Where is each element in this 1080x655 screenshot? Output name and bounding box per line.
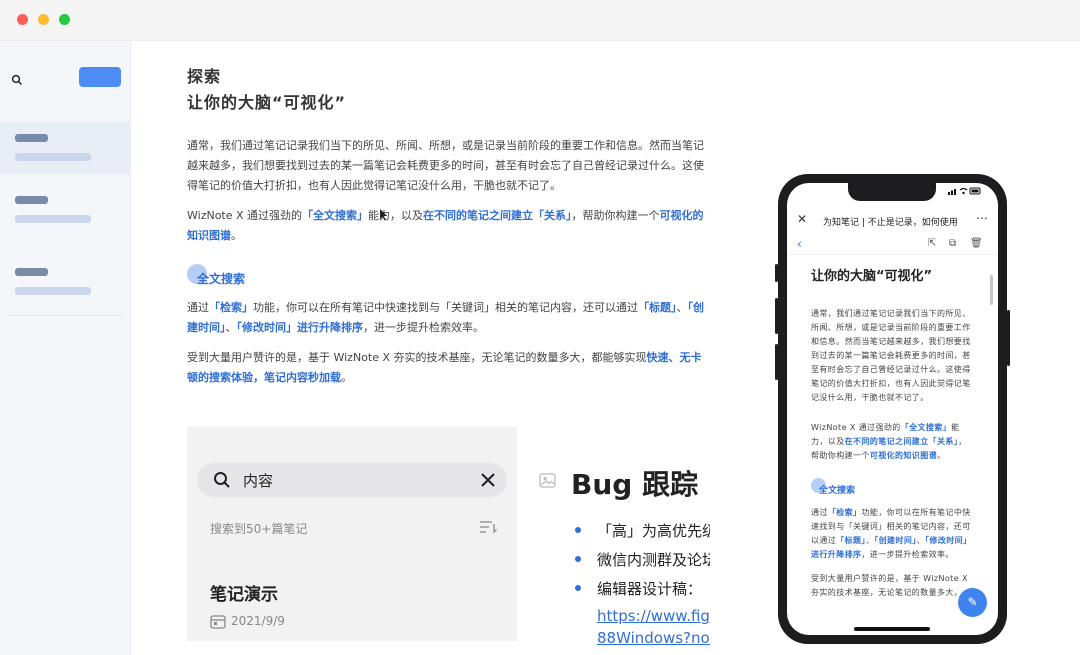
note-date: 2021/9/9 (231, 614, 285, 628)
note-title-placeholder (15, 134, 48, 142)
copy-icon[interactable]: ⧉ (949, 238, 956, 249)
share-icon[interactable]: ⇱ (928, 238, 936, 249)
phone-scrollbar[interactable] (990, 275, 993, 305)
bug-list: 「高」为高优先级 微信内测群及论坛 编辑器设计稿： https://www.fi… (573, 520, 710, 651)
sidebar (0, 41, 131, 655)
image-icon (539, 473, 556, 488)
note-summary-placeholder (15, 215, 91, 223)
calendar-icon (210, 615, 226, 629)
new-note-button[interactable] (79, 67, 121, 87)
note-title: 笔记演示 (210, 585, 278, 605)
phone-doc-paragraph: 通常，我们通过笔记记录我们当下的所见、所闻、所想，或是记录当前阶段的重要工作和信… (811, 309, 971, 402)
note-title-placeholder (15, 268, 48, 276)
phone-side-button (775, 264, 778, 282)
doc-paragraph: WizNote X 通过强劲的「全文搜索」能力，以及在不同的笔记之间建立「关系」… (187, 209, 704, 242)
doc-link[interactable]: 在不同的笔记之间建立「关系」 (845, 437, 959, 446)
phone-mockup: ✕ 为知笔记 | 不止是记录，如何使用 ⋯ ‹ ⇱ ⧉ 🗑 探索 让你的大脑“可… (775, 174, 1010, 644)
mouse-pointer-icon (380, 206, 388, 221)
list-item: 「高」为高优先级 (573, 520, 710, 549)
search-icon (214, 472, 230, 488)
edit-fab-button[interactable]: ✎ (958, 588, 987, 617)
doc-link[interactable]: 「全文搜索」 (901, 423, 951, 432)
more-icon[interactable]: ⋯ (976, 211, 988, 225)
phone-side-button (775, 344, 778, 380)
search-bar: 内容 (197, 463, 507, 497)
phone-notch (848, 183, 936, 201)
phone-screen: ✕ 为知笔记 | 不止是记录，如何使用 ⋯ ‹ ⇱ ⧉ 🗑 探索 让你的大脑“可… (787, 183, 998, 635)
doc-link[interactable]: 在不同的笔记之间建立「关系」 (423, 209, 572, 222)
doc-link[interactable]: 「标题」 (836, 536, 866, 545)
doc-paragraph: 通过「检索」功能，你可以在所有笔记中快速找到与「关键词」相关的笔记内容，还可以通… (187, 301, 704, 334)
maximize-window-button[interactable] (59, 14, 70, 25)
doc-link[interactable]: 「检索」 (209, 301, 253, 314)
doc-link[interactable]: 「标题」 (638, 301, 677, 314)
result-count: 搜索到50+篇笔记 (210, 522, 308, 536)
clear-icon (481, 473, 495, 487)
close-icon[interactable]: ✕ (797, 212, 807, 226)
title-bar (0, 0, 1080, 41)
embedded-search-screenshot: 内容 搜索到50+篇笔记 笔记演示 2021/9/9 (187, 427, 517, 641)
doc-heading-1: 探索 (187, 67, 222, 86)
figma-link[interactable]: https://www.figma (573, 607, 710, 629)
phone-doc-subheading: 全文搜索 (811, 478, 973, 496)
home-indicator (854, 627, 930, 631)
doc-link[interactable]: 「检索」 (828, 508, 862, 517)
sidebar-note-item[interactable] (0, 256, 131, 308)
note-summary-placeholder (15, 153, 91, 161)
search-query: 内容 (243, 472, 274, 490)
phone-doc-paragraph: 受到大量用户赞许的是，基于 WizNote X 夯实的技术基座，无论笔记的数量多… (811, 574, 968, 597)
doc-paragraph: 受到大量用户赞许的是，基于 WizNote X 夯实的技术基座，无论笔记的数量多… (187, 351, 702, 384)
figma-link-continued[interactable]: 88Windows?nod (573, 629, 710, 651)
list-item: 编辑器设计稿： (573, 578, 710, 607)
close-window-button[interactable] (17, 14, 28, 25)
phone-power-button (1007, 310, 1010, 366)
doc-heading-2: 让你的大脑“可视化” (187, 93, 347, 112)
trash-icon[interactable]: 🗑 (970, 238, 983, 249)
signal-wifi-battery-icon (948, 187, 981, 195)
sidebar-note-item[interactable] (0, 184, 131, 236)
search-icon[interactable] (11, 71, 23, 86)
phone-document[interactable]: 探索 让你的大脑“可视化” 通常，我们通过笔记记录我们当下的所见、所闻、所想，或… (811, 259, 973, 635)
phone-doc-paragraph: WizNote X 通过强劲的「全文搜索」能力，以及在不同的笔记之间建立「关系」… (811, 423, 967, 460)
doc-link[interactable]: 可视化的知识图谱 (870, 451, 937, 460)
list-item: 微信内测群及论坛 (573, 549, 710, 578)
app-window: 探索 让你的大脑“可视化” 通常，我们通过笔记记录我们当下的所见、所闻、所想，或… (0, 0, 1080, 655)
doc-link[interactable]: 「创建时间」 (874, 536, 916, 545)
phone-side-button (775, 298, 778, 334)
sort-icon (480, 521, 498, 534)
back-icon[interactable]: ‹ (797, 237, 802, 251)
note-summary-placeholder (15, 287, 91, 295)
doc-link[interactable]: 「修改时间」进行升降排序 (237, 321, 364, 334)
phone-toolbar: ‹ ⇱ ⧉ 🗑 (787, 235, 998, 255)
status-icons (948, 187, 982, 198)
sidebar-divider (8, 315, 123, 316)
minimize-window-button[interactable] (38, 14, 49, 25)
doc-link[interactable]: 「全文搜索」 (302, 209, 368, 222)
phone-doc-heading-2: 让你的大脑“可视化” (811, 269, 933, 284)
phone-doc-paragraph: 通过「检索」功能，你可以在所有笔记中快速找到与「关键词」相关的笔记内容，还可以通… (811, 508, 972, 559)
note-title-placeholder (15, 196, 48, 204)
phone-nav-bar: ✕ 为知笔记 | 不止是记录，如何使用 ⋯ (787, 211, 998, 233)
sidebar-note-item[interactable] (0, 122, 131, 174)
doc-subheading: 全文搜索 (187, 264, 707, 288)
bug-tracking-title: Bug 跟踪 (571, 468, 699, 501)
phone-nav-title: 为知笔记 | 不止是记录，如何使用 (823, 218, 958, 228)
doc-paragraph: 通常，我们通过笔记记录我们当下的所见、所闻、所想，或是记录当前阶段的重要工作和信… (187, 139, 704, 192)
